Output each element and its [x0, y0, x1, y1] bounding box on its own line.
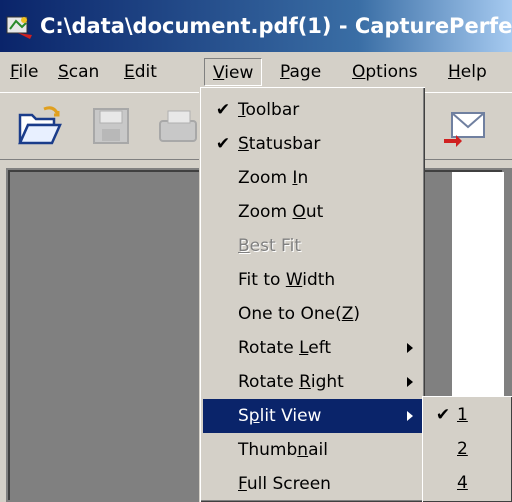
title-bar[interactable]: C:\data\document.pdf(1) - CapturePerfect [0, 0, 512, 52]
menu-edit[interactable]: Edit [116, 58, 165, 86]
scan-icon[interactable] [148, 101, 200, 153]
menu-scan[interactable]: Scan [50, 58, 107, 86]
menu-item-statusbar[interactable]: ✔ Statusbar [203, 127, 423, 161]
menu-page[interactable]: Page [272, 58, 329, 86]
menu-item-best-fit: Best Fit [203, 229, 423, 263]
submenu-item-label: 2 [457, 439, 468, 459]
submenu-item-4[interactable]: 4 [425, 466, 509, 500]
menu-item-label: Rotate Right [238, 372, 344, 392]
submenu-item-1[interactable]: ✔ 1 [425, 398, 509, 432]
submenu-item-label: 4 [457, 473, 468, 493]
menu-item-label: Zoom In [238, 168, 309, 188]
menu-item-zoom-out[interactable]: Zoom Out [203, 195, 423, 229]
email-icon[interactable] [438, 101, 490, 153]
split-view-submenu: ✔ 1 2 4 [422, 396, 512, 502]
app-icon[interactable] [4, 11, 34, 41]
menu-item-label: One to One(Z) [238, 304, 361, 324]
window-title: C:\data\document.pdf(1) - CapturePerfect [40, 14, 512, 38]
submenu-arrow-icon [407, 343, 413, 353]
menu-item-one-to-one[interactable]: One to One(Z) [203, 297, 423, 331]
checkmark-icon: ✔ [435, 405, 451, 425]
save-disk-icon[interactable] [86, 101, 138, 153]
menu-item-label: Best Fit [238, 236, 301, 256]
menu-options[interactable]: Options [344, 58, 426, 86]
menu-item-fit-to-width[interactable]: Fit to Width [203, 263, 423, 297]
menu-item-label: Rotate Left [238, 338, 332, 358]
checkmark-icon: ✔ [215, 100, 231, 120]
submenu-arrow-icon [407, 377, 413, 387]
menu-item-split-view[interactable]: Split View [203, 399, 423, 433]
menu-file[interactable]: File [2, 58, 46, 86]
menu-view[interactable]: View [204, 58, 263, 86]
menu-item-rotate-right[interactable]: Rotate Right [203, 365, 423, 399]
menu-item-label: Statusbar [238, 134, 321, 154]
menu-item-rotate-left[interactable]: Rotate Left [203, 331, 423, 365]
menu-item-thumbnail[interactable]: Thumbnail [203, 433, 423, 467]
menu-item-full-screen[interactable]: Full Screen [203, 467, 423, 501]
menu-item-label: Zoom Out [238, 202, 324, 222]
menu-item-label: Toolbar [238, 100, 300, 120]
submenu-item-2[interactable]: 2 [425, 432, 509, 466]
menu-item-label: Fit to Width [238, 270, 336, 290]
open-folder-icon[interactable] [14, 101, 66, 153]
menu-item-label: Split View [238, 406, 322, 426]
menu-item-label: Thumbnail [238, 440, 328, 460]
menu-item-zoom-in[interactable]: Zoom In [203, 161, 423, 195]
menu-item-label: Full Screen [238, 474, 331, 494]
view-menu-dropdown: ✔ Toolbar ✔ Statusbar Zoom In Zoom Out B… [199, 86, 425, 502]
checkmark-icon: ✔ [215, 134, 231, 154]
submenu-arrow-icon [407, 411, 413, 421]
submenu-item-label: 1 [457, 405, 468, 425]
menu-item-toolbar[interactable]: ✔ Toolbar [203, 93, 423, 127]
menu-help[interactable]: Help [440, 58, 495, 86]
